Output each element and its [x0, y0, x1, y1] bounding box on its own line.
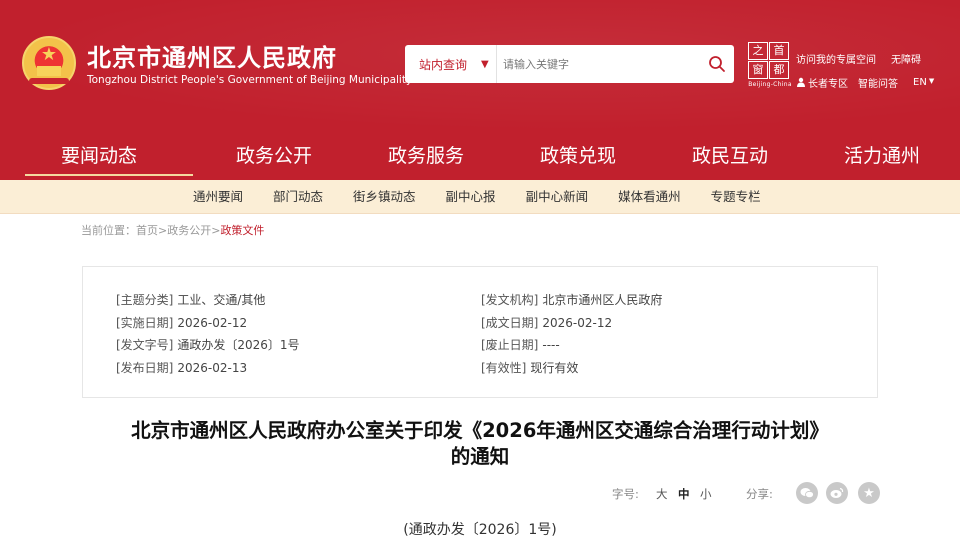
sub-nav-item[interactable]: 部门动态: [273, 180, 323, 214]
capital-logo-glyph: 窗: [748, 61, 768, 79]
capital-logo-caption: Beijing-China: [748, 81, 792, 88]
meta-doc-number: [发文字号] 通政办发〔2026〕1号: [116, 338, 300, 352]
breadcrumb-current[interactable]: 政策文件: [220, 224, 264, 237]
elder-zone-link[interactable]: 长者专区: [808, 75, 848, 90]
document-number: (通政办发〔2026〕1号): [403, 522, 557, 538]
font-size-label: 字号:: [612, 487, 639, 501]
document-title-line: 北京市通州区人民政府办公室关于印发《2026年通州区交通综合治理行动计划》: [131, 419, 829, 442]
caret-down-icon: ▼: [928, 76, 935, 85]
breadcrumb-home[interactable]: 首页: [136, 224, 158, 237]
meta-publish-date: [发布日期] 2026-02-13: [116, 360, 248, 375]
person-icon: [797, 77, 805, 87]
breadcrumb-gov-open[interactable]: 政务公开: [167, 224, 211, 237]
sub-nav: 通州要闻 部门动态 街乡镇动态 副中心报 副中心新闻 媒体看通州 专题专栏: [0, 180, 960, 214]
meta-validity: [有效性] 现行有效: [481, 360, 579, 375]
favorite-star-icon[interactable]: ★: [858, 482, 880, 504]
breadcrumb: 当前位置：首页>政务公开>政策文件: [81, 222, 264, 238]
document-title: 北京市通州区人民政府办公室关于印发《2026年通州区交通综合治理行动计划》 的通…: [60, 418, 900, 470]
emblem-icon: ★: [22, 36, 76, 90]
search-bar: 站内查询 ▼: [405, 45, 734, 83]
site-subtitle: Tongzhou District People's Government of…: [87, 74, 413, 86]
weibo-icon[interactable]: [826, 482, 848, 504]
search-input[interactable]: [503, 53, 693, 75]
sub-nav-item[interactable]: 通州要闻: [193, 180, 243, 214]
sub-nav-item[interactable]: 媒体看通州: [618, 180, 681, 214]
my-space-link[interactable]: 访问我的专属空间: [796, 51, 876, 66]
meta-issuer: [发文机构] 北京市通州区人民政府: [481, 293, 663, 307]
top-links: 访问我的专属空间 无障碍 长者专区 智能问答 EN ▼: [796, 50, 956, 90]
wechat-icon[interactable]: [796, 482, 818, 504]
breadcrumb-prefix: 当前位置：: [81, 224, 136, 237]
language-switch[interactable]: EN ▼: [913, 77, 934, 88]
font-size-medium[interactable]: 中: [678, 486, 690, 502]
sub-nav-item[interactable]: 街乡镇动态: [353, 180, 416, 214]
meta-topic: [主题分类] 工业、交通/其他: [116, 293, 266, 307]
font-size-large[interactable]: 大: [656, 486, 668, 502]
sub-nav-item[interactable]: 副中心报: [446, 180, 496, 214]
search-scope-dropdown[interactable]: 站内查询 ▼: [405, 45, 497, 83]
document-meta-box: [主题分类] 工业、交通/其他 [发文机构] 北京市通州区人民政府 [实施日期] 20…: [82, 266, 878, 398]
search-scope-label: 站内查询: [419, 57, 468, 72]
smart-qa-link[interactable]: 智能问答: [858, 75, 898, 90]
share-label: 分享:: [746, 487, 773, 501]
language-label: EN: [913, 76, 927, 88]
sub-nav-item[interactable]: 副中心新闻: [526, 180, 589, 214]
meta-impl-date: [实施日期] 2026-02-12: [116, 315, 248, 330]
accessible-link[interactable]: 无障碍: [891, 51, 921, 66]
font-size-small[interactable]: 小: [700, 486, 712, 502]
meta-repeal-date: [废止日期] ----: [481, 338, 560, 352]
capital-logo-glyph: 首: [769, 42, 789, 60]
chevron-down-icon: ▼: [481, 58, 489, 70]
main-nav-item-news[interactable]: 要闻动态: [0, 132, 198, 180]
site-header: ★ 北京市通州区人民政府 Tongzhou District People's …: [0, 0, 960, 132]
document-title-line: 的通知: [450, 445, 510, 468]
main-nav-item-interaction[interactable]: 政民互动: [654, 132, 806, 180]
capital-window-logo[interactable]: 之 首 窗 都 Beijing-China: [748, 42, 792, 88]
capital-logo-glyph: 都: [769, 61, 789, 79]
meta-written-date: [成文日期] 2026-02-12: [481, 315, 613, 330]
search-icon[interactable]: [708, 55, 726, 73]
main-nav-item-vitality[interactable]: 活力通州: [806, 132, 958, 180]
main-nav-item-policy[interactable]: 政策兑现: [502, 132, 654, 180]
main-nav-item-gov-open[interactable]: 政务公开: [198, 132, 350, 180]
article-tools: 字号: 大 中 小 分享: ★: [612, 482, 882, 506]
sub-nav-item[interactable]: 专题专栏: [711, 180, 761, 214]
breadcrumb-sep: >: [158, 224, 168, 237]
site-title[interactable]: 北京市通州区人民政府: [87, 38, 337, 73]
main-nav: 要闻动态 政务公开 政务服务 政策兑现 政民互动 活力通州: [0, 132, 960, 180]
capital-logo-glyph: 之: [748, 42, 768, 60]
main-nav-item-gov-service[interactable]: 政务服务: [350, 132, 502, 180]
